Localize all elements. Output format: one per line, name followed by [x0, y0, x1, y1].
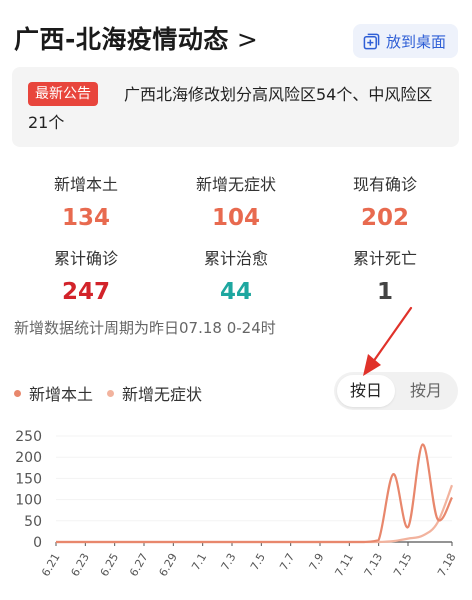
line-chart: 0 50 100 150 200 250 6.21 6.23 6.25 6.27 6.29 7.1 7.… — [15, 429, 459, 579]
x-tick-label: 7.5 — [248, 551, 268, 573]
x-tick-label: 7.3 — [219, 551, 239, 573]
x-tick-label: 6.29 — [156, 551, 180, 579]
y-tick-label: 100 — [15, 493, 42, 509]
series-line-1 — [56, 484, 454, 544]
x-tick-label: 6.25 — [98, 551, 122, 579]
toggle-daily[interactable]: 按日 — [337, 375, 395, 407]
notice-banner[interactable]: 广西北海修改划分高风险区54个、中风险区21个 最新公告 — [12, 67, 459, 147]
legend-item-asymptomatic[interactable]: 新增无症状 — [107, 381, 202, 405]
y-tick-label: 50 — [24, 514, 42, 530]
chevron-right-icon: > — [236, 25, 259, 54]
legend-dot — [107, 389, 115, 397]
period-note: 新增数据统计周期为昨日07.18 0-24时 — [14, 319, 276, 337]
add-square-icon — [363, 33, 380, 49]
x-tick-label: 7.1 — [189, 551, 209, 573]
x-tick-label: 7.9 — [307, 551, 327, 573]
stat-total-deaths: 累计死亡 1 — [310, 245, 460, 305]
y-tick-label: 0 — [33, 535, 42, 551]
stat-label: 新增本土 — [53, 175, 118, 194]
toggle-monthly[interactable]: 按月 — [397, 375, 455, 407]
y-tick-label: 200 — [15, 450, 42, 466]
stat-new-local: 新增本土 134 — [11, 171, 161, 231]
stat-value: 202 — [360, 205, 409, 231]
stat-label: 累计确诊 — [53, 249, 118, 268]
stat-value: 44 — [219, 279, 252, 305]
page-header: 广西-北海疫情动态 > 放到桌面 — [0, 0, 472, 68]
legend-dot — [14, 389, 21, 397]
y-tick-label: 150 — [15, 471, 42, 487]
notice-badge: 最新公告 — [28, 82, 98, 106]
x-tick-label: 6.21 — [39, 551, 63, 579]
stat-value: 104 — [211, 205, 260, 231]
legend-label: 新增本土 — [29, 385, 94, 404]
x-tick-label: 7.11 — [332, 551, 356, 579]
page-title[interactable]: 广西-北海疫情动态 > — [14, 20, 258, 56]
stat-value: 1 — [376, 279, 393, 305]
chart-legend: 新增本土 新增无症状 — [14, 381, 216, 405]
x-tick-label: 6.27 — [127, 551, 151, 579]
add-to-desktop-button[interactable]: 放到桌面 — [352, 24, 458, 58]
stat-total-confirmed: 累计确诊 247 — [11, 245, 161, 305]
x-tick-label: 7.15 — [391, 551, 415, 579]
stat-new-asymptomatic: 新增无症状 104 — [161, 171, 311, 231]
x-tick-label: 7.13 — [362, 551, 386, 579]
add-to-desktop-label: 放到桌面 — [385, 32, 446, 51]
arrow-annotation — [363, 306, 413, 376]
stat-value: 134 — [61, 205, 110, 231]
y-tick-label: 250 — [15, 429, 42, 445]
stat-total-cured: 累计治愈 44 — [161, 245, 311, 305]
stat-label: 累计死亡 — [352, 249, 417, 268]
stat-label: 新增无症状 — [195, 175, 276, 194]
x-tick-label: 7.18 — [435, 551, 459, 579]
legend-label: 新增无症状 — [122, 385, 203, 404]
stat-label: 累计治愈 — [203, 249, 268, 268]
stat-current-confirmed: 现有确诊 202 — [310, 171, 460, 231]
x-tick-label: 7.7 — [277, 551, 297, 573]
legend-item-local[interactable]: 新增本土 — [14, 381, 93, 405]
series-line-0 — [56, 443, 453, 544]
page-title-text: 广西-北海疫情动态 — [14, 25, 229, 54]
stat-value: 247 — [61, 279, 110, 305]
stat-label: 现有确诊 — [352, 175, 417, 194]
x-tick-label: 6.23 — [68, 551, 92, 579]
period-toggle: 按日 按月 — [334, 372, 458, 410]
